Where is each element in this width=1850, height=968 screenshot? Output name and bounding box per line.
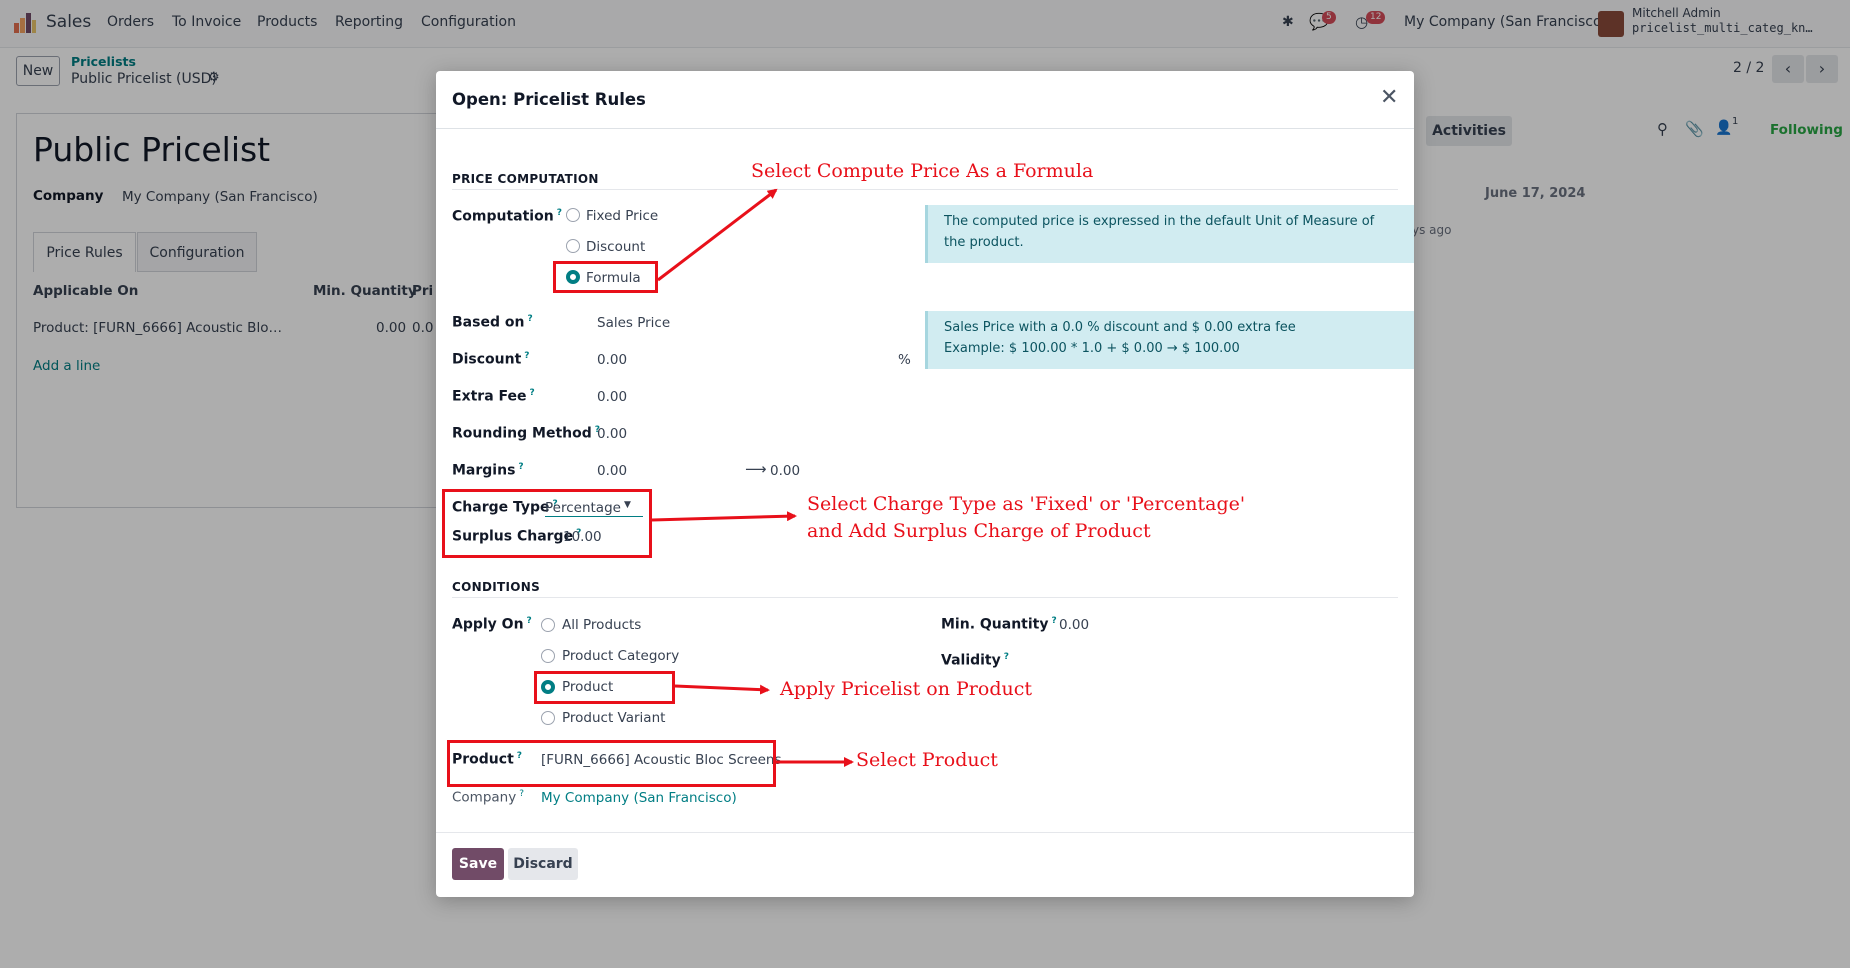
annotation-arrows — [651, 188, 854, 767]
annotation-apply-on: Apply Pricelist on Product — [780, 678, 1033, 700]
annotation-formula: Select Compute Price As a Formula — [751, 160, 1094, 182]
annotation-select-product: Select Product — [856, 749, 998, 771]
annotation-charge-line2: and Add Surplus Charge of Product — [807, 520, 1151, 542]
annotation-charge-line1: Select Charge Type as 'Fixed' or 'Percen… — [807, 493, 1246, 515]
